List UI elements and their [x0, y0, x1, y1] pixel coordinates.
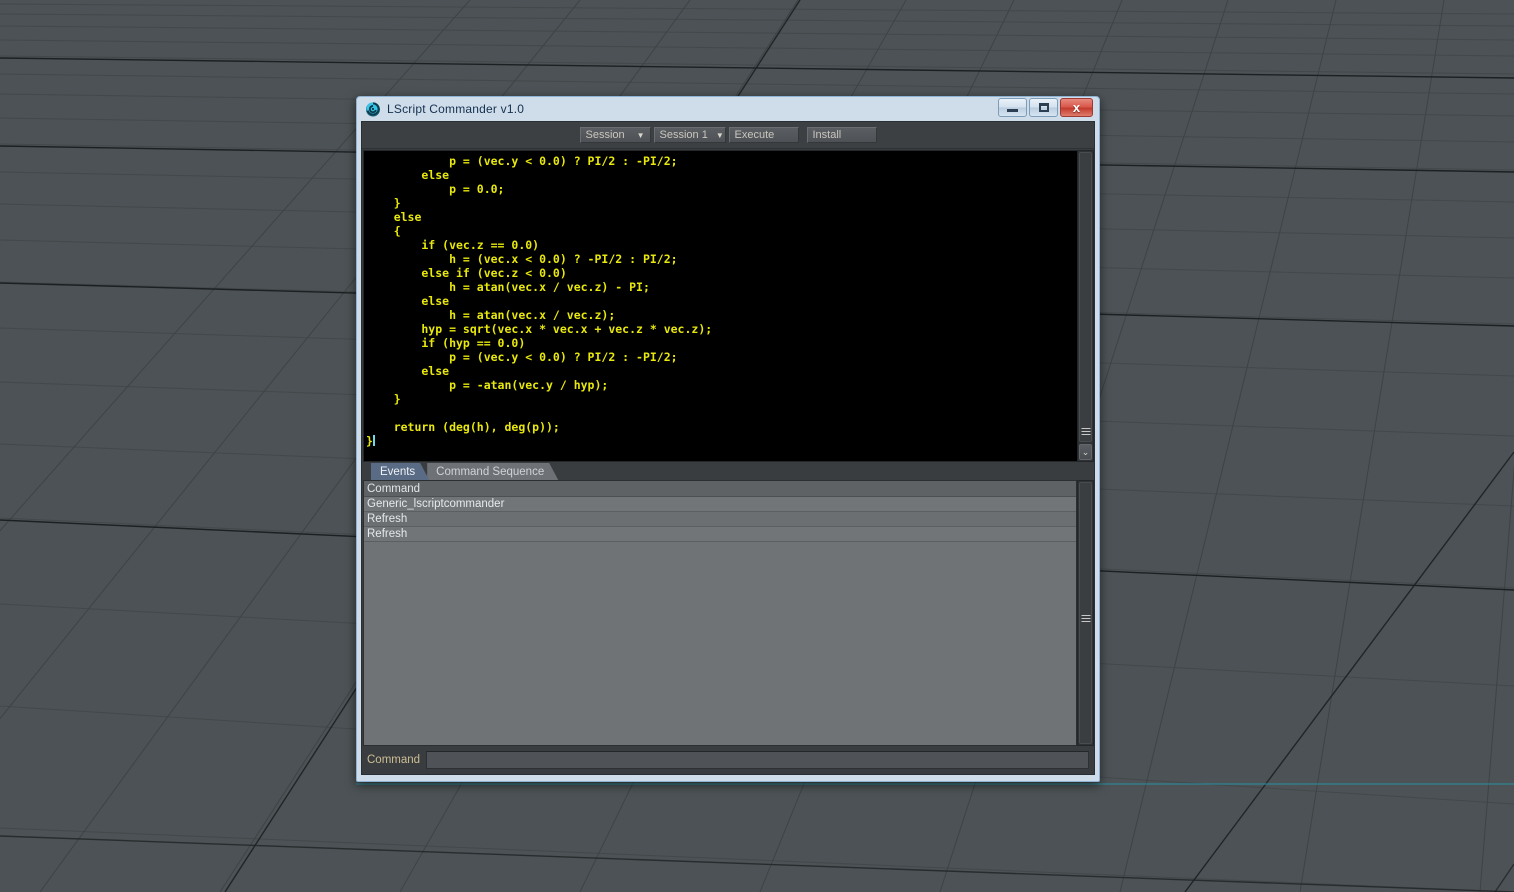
chevron-down-icon: ▼: [636, 130, 645, 140]
tab-command-sequence[interactable]: Command Sequence: [427, 463, 558, 480]
maximize-button[interactable]: [1029, 98, 1058, 117]
window-controls[interactable]: x: [998, 98, 1093, 117]
close-button[interactable]: x: [1060, 98, 1093, 117]
code-text: p = (vec.y < 0.0) ? PI/2 : -PI/2; else p…: [366, 154, 713, 448]
list-item[interactable]: Refresh: [364, 527, 1076, 542]
editor-row: p = (vec.y < 0.0) ? PI/2 : -PI/2; else p…: [362, 149, 1094, 462]
list-vertical-scrollbar[interactable]: [1077, 480, 1094, 746]
column-header-command[interactable]: Command: [364, 481, 1076, 497]
list-item[interactable]: Generic_lscriptcommander: [364, 497, 1076, 512]
editor-vertical-scrollbar[interactable]: ⌄: [1077, 150, 1094, 462]
editor-scroll-track[interactable]: [1079, 152, 1092, 442]
list-scroll-thumb-grip-icon[interactable]: [1081, 615, 1090, 622]
command-bar: Command: [362, 746, 1094, 774]
titlebar[interactable]: LScript Commander v1.0 x: [361, 97, 1095, 121]
command-input[interactable]: [426, 751, 1089, 769]
session-select-label: Session: [585, 129, 625, 141]
close-icon: x: [1072, 100, 1081, 115]
command-label: Command: [367, 754, 421, 766]
event-list-row: Command Generic_lscriptcommander Refresh R…: [362, 480, 1094, 746]
session-instance-select[interactable]: Session 1 ▼: [653, 127, 726, 143]
minimize-icon: [1007, 109, 1018, 112]
list-item[interactable]: Refresh: [364, 512, 1076, 527]
window-title: LScript Commander v1.0: [387, 102, 525, 116]
session-select[interactable]: Session ▼: [579, 127, 651, 143]
window-client-area: Session ▼ Session 1 ▼ Execute Install p …: [361, 121, 1095, 775]
lightwave-spiral-icon: [365, 101, 381, 117]
install-button[interactable]: Install: [806, 127, 877, 143]
minimize-button[interactable]: [998, 98, 1027, 117]
text-cursor: [372, 435, 375, 446]
editor-scroll-thumb-grip-icon[interactable]: [1081, 428, 1090, 435]
tab-strip[interactable]: Events Command Sequence: [362, 462, 1094, 480]
lscript-commander-window[interactable]: LScript Commander v1.0 x Session ▼ Sessi…: [356, 96, 1100, 782]
code-editor[interactable]: p = (vec.y < 0.0) ? PI/2 : -PI/2; else p…: [363, 150, 1077, 462]
chevron-down-icon: ▼: [715, 130, 724, 140]
toolbar: Session ▼ Session 1 ▼ Execute Install: [362, 122, 1094, 149]
event-list-body[interactable]: Generic_lscriptcommander Refresh Refresh: [364, 497, 1076, 745]
list-scroll-track[interactable]: [1079, 482, 1092, 744]
tab-events[interactable]: Events: [371, 463, 429, 480]
maximize-icon: [1038, 103, 1049, 112]
event-list[interactable]: Command Generic_lscriptcommander Refresh R…: [363, 480, 1077, 746]
execute-button[interactable]: Execute: [728, 127, 799, 143]
scroll-down-button[interactable]: ⌄: [1079, 444, 1092, 460]
session-instance-label: Session 1: [659, 129, 708, 141]
